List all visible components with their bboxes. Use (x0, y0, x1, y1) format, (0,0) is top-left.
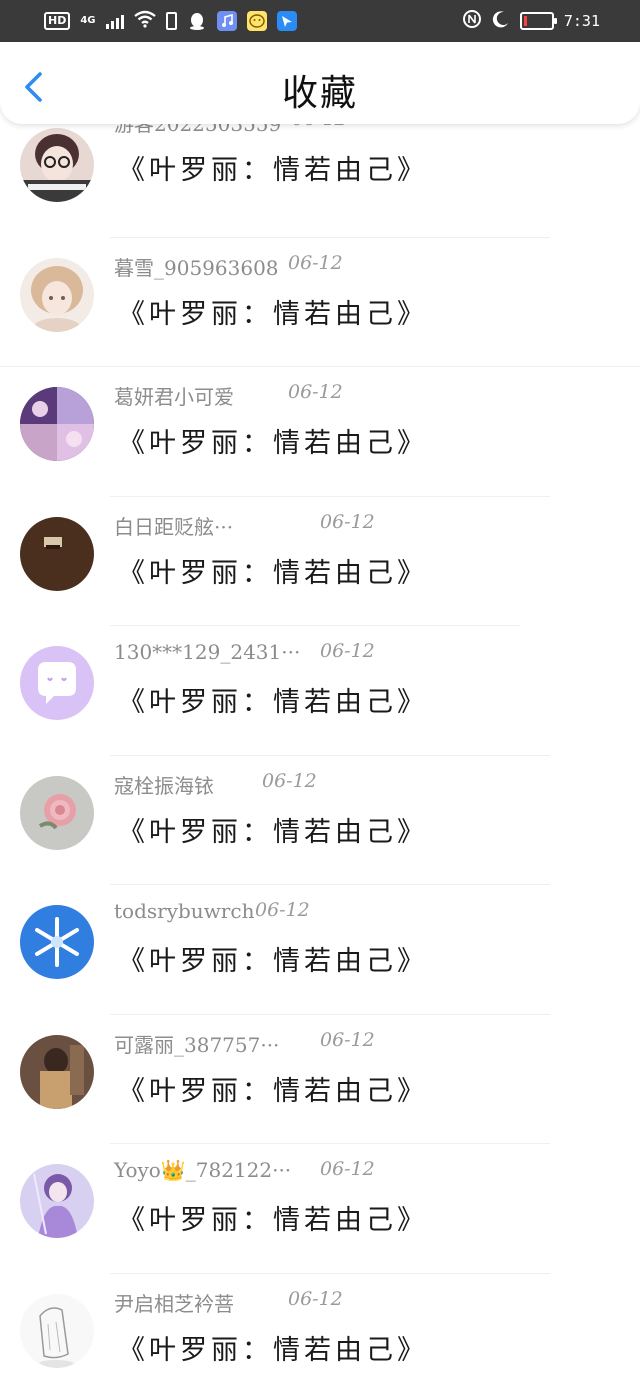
network-type: 4G (80, 15, 96, 26)
avatar[interactable] (20, 646, 94, 720)
book-title[interactable]: 《叶罗丽：情若由己》 (118, 680, 428, 719)
book-title[interactable]: 《叶罗丽：情若由己》 (118, 551, 428, 590)
book-title[interactable]: 《叶罗丽：情若由己》 (118, 810, 428, 849)
list-item[interactable]: 暮雪_905963608 06-12 《叶罗丽：情若由己》 (0, 238, 640, 367)
avatar[interactable] (20, 775, 94, 850)
date: 06-12 (262, 769, 317, 792)
hd-icon: HD (44, 12, 71, 30)
list-item[interactable]: 可露丽_387757··· 06-12 《叶罗丽：情若由己》 (0, 1015, 640, 1144)
arrow-app-icon (276, 11, 297, 31)
date: 06-12 (288, 1287, 343, 1310)
list-item[interactable]: 游客2022503559 06-12 《叶罗丽：情若由己》 (0, 108, 640, 238)
username: 葛妍君小可爱 (114, 385, 234, 409)
list-item[interactable]: 130***129_2431··· 06-12 《叶罗丽：情若由己》 (0, 626, 640, 756)
moon-icon (492, 10, 510, 32)
book-title[interactable]: 《叶罗丽：情若由己》 (118, 148, 428, 187)
list-item[interactable]: todsrybuwrch 06-12 《叶罗丽：情若由己》 (0, 885, 640, 1015)
book-title[interactable]: 《叶罗丽：情若由己》 (118, 939, 428, 978)
header: 收藏 (0, 42, 640, 124)
status-bar-left: HD 4G (44, 10, 297, 32)
book-title[interactable]: 《叶罗丽：情若由己》 (118, 421, 428, 460)
avatar[interactable] (20, 1293, 94, 1368)
username: 尹启相芝衿菩 (114, 1291, 234, 1316)
book-title[interactable]: 《叶罗丽：情若由己》 (118, 1198, 428, 1237)
qq-icon (187, 11, 207, 31)
date: 06-12 (320, 640, 375, 662)
avatar[interactable] (20, 516, 94, 591)
avatar[interactable] (20, 128, 94, 202)
list-item[interactable]: 寇栓振海铱 06-12 《叶罗丽：情若由己》 (0, 756, 640, 885)
username: 暮雪_905963608 (114, 255, 279, 280)
username: 可露丽_387757··· (114, 1032, 280, 1057)
username: 寇栓振海铱 (114, 773, 214, 798)
username: 白日距贬舷··· (114, 514, 234, 539)
avatar[interactable] (20, 1164, 94, 1238)
status-time: 7:31 (563, 12, 600, 30)
avatar[interactable] (20, 1034, 94, 1109)
status-bar-right: 7:31 (462, 9, 600, 33)
date: 06-12 (320, 510, 375, 533)
face-app-icon (246, 11, 267, 31)
date: 06-12 (320, 1158, 375, 1180)
date: 06-12 (320, 1028, 375, 1051)
list-item[interactable]: Yoyo👑_782122··· 06-12 《叶罗丽：情若由己》 (0, 1144, 640, 1274)
music-app-icon (216, 11, 237, 31)
favorites-list: 游客2022503559 06-12 《叶罗丽：情若由己》 暮雪_9059636… (0, 108, 640, 1387)
wifi-icon (133, 10, 156, 32)
avatar[interactable] (20, 387, 94, 461)
signal-icon (105, 13, 124, 29)
phone-icon (165, 12, 177, 30)
list-item[interactable]: 葛妍君小可爱 06-12 《叶罗丽：情若由己》 (0, 367, 640, 497)
book-title[interactable]: 《叶罗丽：情若由己》 (118, 1069, 428, 1108)
battery-icon (519, 12, 557, 30)
date: 06-12 (288, 251, 343, 274)
avatar[interactable] (20, 257, 94, 332)
date: 06-12 (288, 381, 343, 403)
nfc-icon (462, 9, 482, 33)
page-title: 收藏 (281, 73, 358, 114)
username: todsrybuwrch (114, 899, 255, 923)
username: 130***129_2431··· (114, 640, 301, 664)
avatar[interactable] (20, 905, 94, 979)
list-item[interactable]: 白日距贬舷··· 06-12 《叶罗丽：情若由己》 (0, 497, 640, 626)
status-bar: HD 4G 7:31 (0, 0, 640, 42)
list-item[interactable]: 尹启相芝衿菩 06-12 《叶罗丽：情若由己》 (0, 1274, 640, 1387)
book-title[interactable]: 《叶罗丽：情若由己》 (118, 1328, 428, 1367)
book-title[interactable]: 《叶罗丽：情若由己》 (118, 292, 428, 331)
username: Yoyo👑_782122··· (114, 1158, 292, 1182)
date: 06-12 (255, 899, 310, 921)
